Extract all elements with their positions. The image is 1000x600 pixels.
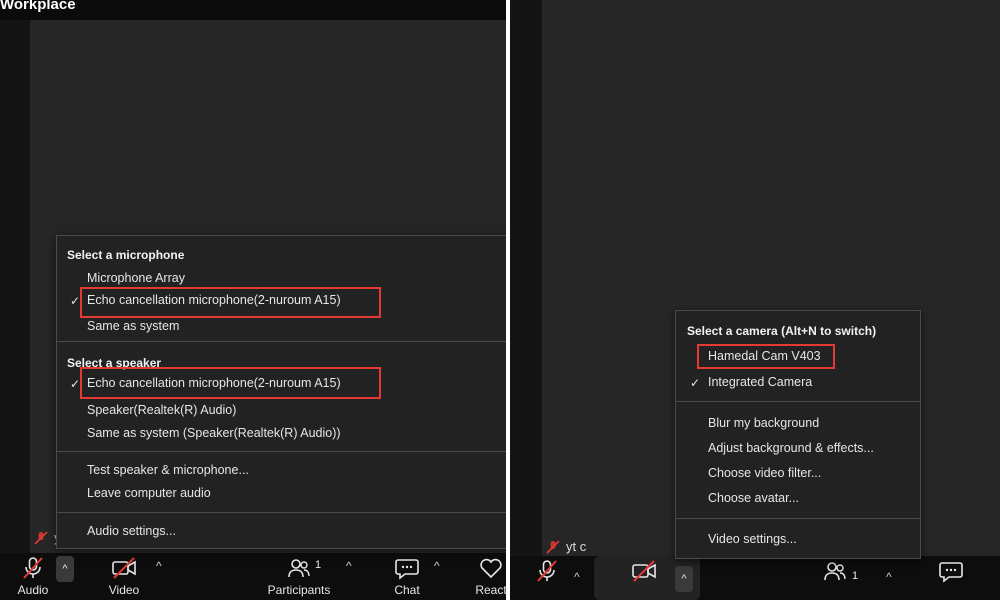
participants-icon bbox=[288, 559, 310, 578]
participants-options-caret[interactable]: ^ bbox=[346, 559, 352, 573]
test-speaker-microphone-option[interactable]: Test speaker & microphone... bbox=[87, 463, 249, 477]
blur-background-option[interactable]: Blur my background bbox=[708, 416, 819, 430]
speaker-option[interactable]: Same as system (Speaker(Realtek(R) Audio… bbox=[87, 426, 341, 440]
chat-button[interactable]: Chat bbox=[392, 553, 422, 597]
participant-name: yt c bbox=[566, 539, 587, 554]
window-title: Workplace bbox=[0, 0, 76, 13]
participants-count: 1 bbox=[852, 570, 859, 582]
audio-options-caret[interactable]: ^ bbox=[574, 570, 580, 584]
camera-off-icon bbox=[112, 557, 136, 579]
menu-divider bbox=[676, 401, 920, 402]
camera-off-icon bbox=[632, 560, 656, 582]
video-filter-option[interactable]: Choose video filter... bbox=[708, 466, 821, 480]
chat-icon bbox=[939, 562, 963, 583]
menu-divider bbox=[676, 518, 920, 519]
video-options-menu: Select a camera (Alt+N to switch) Hameda… bbox=[675, 310, 921, 559]
participant-tag: yt c bbox=[546, 539, 586, 554]
meeting-toolbar: ^ ^ 1 ^ bbox=[510, 556, 1000, 600]
chevron-up-icon: ^ bbox=[681, 573, 687, 585]
video-button[interactable] bbox=[628, 556, 660, 584]
participants-options-caret[interactable]: ^ bbox=[886, 570, 892, 584]
heart-icon bbox=[480, 558, 502, 579]
highlight-box bbox=[80, 287, 381, 318]
check-icon: ✓ bbox=[70, 377, 81, 391]
menu-divider bbox=[57, 451, 517, 452]
audio-settings-option[interactable]: Audio settings... bbox=[87, 524, 176, 538]
microphone-section-heading: Select a microphone bbox=[67, 248, 185, 262]
participants-icon bbox=[824, 562, 846, 581]
menu-divider bbox=[57, 512, 517, 513]
video-button[interactable]: Video bbox=[106, 553, 142, 597]
react-label: React bbox=[475, 583, 506, 597]
audio-options-caret[interactable]: ^ bbox=[56, 556, 74, 582]
participants-button[interactable]: Participants bbox=[266, 553, 332, 597]
chat-label: Chat bbox=[394, 583, 420, 597]
adjust-background-option[interactable]: Adjust background & effects... bbox=[708, 441, 874, 455]
audio-label: Audio bbox=[17, 583, 49, 597]
audio-button[interactable] bbox=[532, 556, 562, 584]
video-label: Video bbox=[108, 583, 140, 597]
microphone-option[interactable]: Same as system bbox=[87, 319, 179, 333]
participants-count: 1 bbox=[315, 559, 322, 571]
highlight-box bbox=[697, 344, 835, 369]
camera-option-selected[interactable]: Integrated Camera bbox=[708, 375, 812, 389]
chat-button[interactable] bbox=[936, 556, 966, 584]
menu-divider bbox=[57, 341, 517, 342]
microphone-muted-icon bbox=[537, 560, 557, 582]
participants-button[interactable] bbox=[820, 556, 850, 584]
participants-label: Participants bbox=[267, 583, 331, 597]
video-options-caret[interactable]: ^ bbox=[675, 566, 693, 592]
highlight-box bbox=[80, 367, 381, 399]
react-button[interactable]: React bbox=[474, 553, 506, 597]
leave-computer-audio-option[interactable]: Leave computer audio bbox=[87, 486, 211, 500]
check-icon: ✓ bbox=[70, 294, 81, 308]
audio-options-menu: Select a microphone Microphone Array ✓ E… bbox=[56, 235, 517, 549]
window-title-bar: Workplace bbox=[0, 0, 506, 20]
chat-options-caret[interactable]: ^ bbox=[434, 559, 440, 573]
microphone-muted-icon bbox=[34, 530, 48, 545]
check-icon: ✓ bbox=[690, 376, 701, 390]
meeting-toolbar: Audio ^ Video ^ Participants 1 ^ Chat ^ … bbox=[0, 553, 506, 600]
audio-button[interactable]: Audio bbox=[15, 553, 51, 597]
chevron-up-icon: ^ bbox=[62, 563, 68, 575]
speaker-option[interactable]: Speaker(Realtek(R) Audio) bbox=[87, 403, 236, 417]
video-options-caret[interactable]: ^ bbox=[156, 559, 162, 573]
chat-icon bbox=[395, 559, 419, 580]
microphone-muted-icon bbox=[546, 539, 560, 554]
video-settings-option[interactable]: Video settings... bbox=[708, 532, 797, 546]
microphone-muted-icon bbox=[23, 557, 43, 579]
microphone-option[interactable]: Microphone Array bbox=[87, 271, 185, 285]
choose-avatar-option[interactable]: Choose avatar... bbox=[708, 491, 799, 505]
camera-section-heading: Select a camera (Alt+N to switch) bbox=[687, 324, 877, 338]
